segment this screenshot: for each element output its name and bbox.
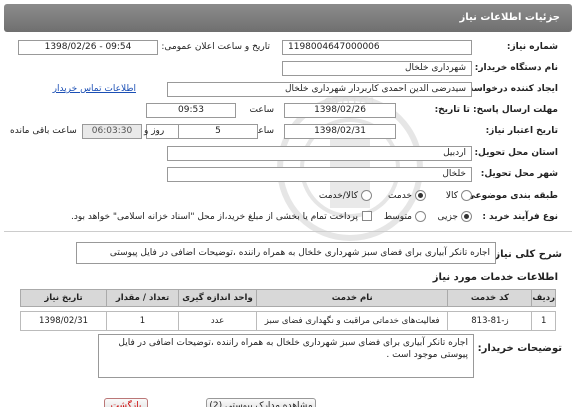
remaining-days-field: 5 <box>178 124 258 139</box>
validity-label: تاریخ اعتبار نیاز: <box>485 126 558 136</box>
process-option-minor: جزیی <box>437 212 458 222</box>
province-field: اردبیل <box>167 146 472 161</box>
back-button[interactable]: بازگشت <box>104 398 148 407</box>
services-title: اطلاعات خدمات مورد نیاز <box>432 272 558 283</box>
col-qty: تعداد / مقدار <box>106 289 179 307</box>
buyer-desc-box: اجاره تانکر آبیاری برای فضای سبز شهرداری… <box>98 334 474 378</box>
treasury-note: پرداخت تمام یا بخشی از مبلغ خرید،از محل … <box>70 212 358 222</box>
process-label: نوع فرآیند خرید : <box>482 212 558 222</box>
buyer-org-label: نام دستگاه خریدار: <box>474 63 558 73</box>
province-label: استان محل تحویل: <box>474 148 558 158</box>
cell-unit: عدد <box>178 311 257 331</box>
city-label: شهر محل تحویل: <box>480 169 558 179</box>
category-radio-goods[interactable] <box>461 190 472 201</box>
page-title-bar: جزئیات اطلاعات نیاز <box>4 4 572 32</box>
col-code: کد خدمت <box>447 289 533 307</box>
category-radio-goods-service[interactable] <box>361 190 372 201</box>
col-unit: واحد اندازه گیری <box>178 289 257 307</box>
services-table: ردیف کد خدمت نام خدمت واحد اندازه گیری ت… <box>20 289 556 331</box>
reply-date-field: 1398/02/26 <box>284 103 396 118</box>
general-desc-box: اجاره تانکر آبیاری برای فضای سبز شهرداری… <box>76 242 496 264</box>
city-field: خلخال <box>167 167 472 182</box>
process-radio-medium[interactable] <box>415 211 426 222</box>
buyer-desc-label: توضیحات خریدار: <box>477 343 562 354</box>
category-option-goods-service: کالا/خدمت <box>318 191 358 201</box>
cell-name: فعالیت‌های خدماتی مراقبت و نگهداری فضای … <box>255 311 449 331</box>
announce-datetime-field: 1398/02/26 - 09:54 <box>18 40 158 55</box>
col-name: نام خدمت <box>255 289 449 307</box>
reply-time-label: ساعت <box>249 105 275 115</box>
remaining-label: ساعت باقی مانده <box>10 126 77 136</box>
creator-label: ایجاد کننده درخواست: <box>460 84 558 94</box>
page-title: جزئیات اطلاعات نیاز <box>459 12 560 23</box>
need-number-label: شماره نیاز: <box>506 42 558 52</box>
cell-qty: 1 <box>106 311 179 331</box>
cell-code: ز-81-813 <box>447 311 533 331</box>
need-number-field: 1198004647000006 <box>282 40 472 55</box>
cell-date: 1398/02/31 <box>20 311 107 331</box>
col-row: ردیف <box>531 289 556 307</box>
category-option-service: خدمت <box>388 191 412 201</box>
remaining-time-field: 06:03:30 <box>82 124 142 139</box>
view-attachments-button[interactable]: مشاهده مدارک پیوستی (2) <box>206 398 316 407</box>
buyer-contact-link[interactable]: اطلاعات تماس خریدار <box>53 84 136 94</box>
days-label: روز و <box>144 126 165 136</box>
treasury-checkbox[interactable] <box>362 211 372 221</box>
category-radio-service[interactable] <box>415 190 426 201</box>
services-table-header: ردیف کد خدمت نام خدمت واحد اندازه گیری ت… <box>20 289 556 307</box>
cell-row: 1 <box>531 311 556 331</box>
announce-label: تاریخ و ساعت اعلان عمومی: <box>161 42 270 52</box>
col-date: تاریخ نیاز <box>20 289 107 307</box>
process-option-medium: متوسط <box>383 212 412 222</box>
buyer-org-field: شهرداری خلخال <box>282 61 472 76</box>
category-label: طبقه بندی موضوعی: <box>462 191 558 201</box>
validity-date-field: 1398/02/31 <box>284 124 396 139</box>
process-radio-minor[interactable] <box>461 211 472 222</box>
reply-deadline-label: مهلت ارسال پاسخ: تا تاریخ: <box>434 105 558 115</box>
divider <box>4 231 572 232</box>
reply-time-field: 09:53 <box>146 103 236 118</box>
table-row: 1 ز-81-813 فعالیت‌های خدماتی مراقبت و نگ… <box>20 311 556 331</box>
creator-field: سیدرضی الدین احمدی کاربردار شهرداری خلخا… <box>167 82 472 97</box>
general-desc-label: شرح کلی نیاز: <box>490 249 562 260</box>
category-option-goods: کالا <box>445 191 458 201</box>
